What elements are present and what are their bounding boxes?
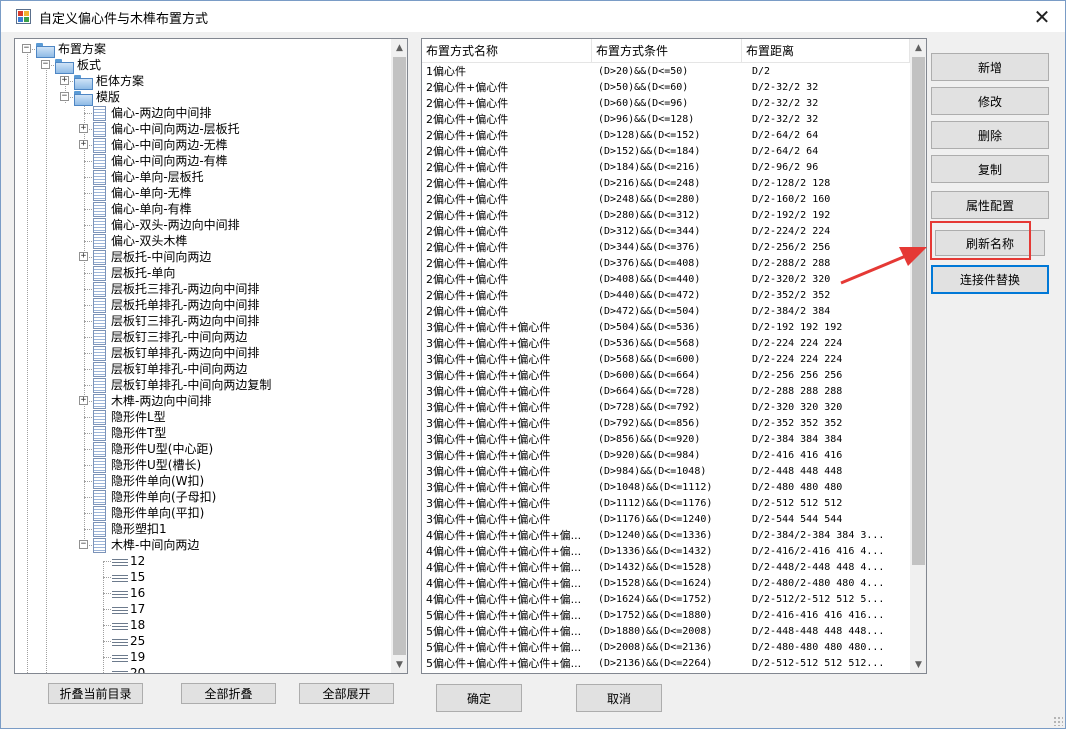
resize-grip[interactable] (1053, 716, 1063, 726)
collapse-all-button[interactable]: 全部折叠 (181, 683, 276, 704)
ok-button[interactable]: 确定 (436, 684, 522, 712)
dialog-window: 自定义偏心件与木榫布置方式 ✕ − 布置方案 − 板式 + 柜体方案 − 模版 偏心-两边向中间… (0, 0, 1066, 729)
cancel-button[interactable]: 取消 (576, 684, 662, 712)
collapse-current-button[interactable]: 折叠当前目录 (48, 683, 143, 704)
expand-all-button[interactable]: 全部展开 (299, 683, 394, 704)
annotation-arrow-icon (840, 247, 927, 285)
